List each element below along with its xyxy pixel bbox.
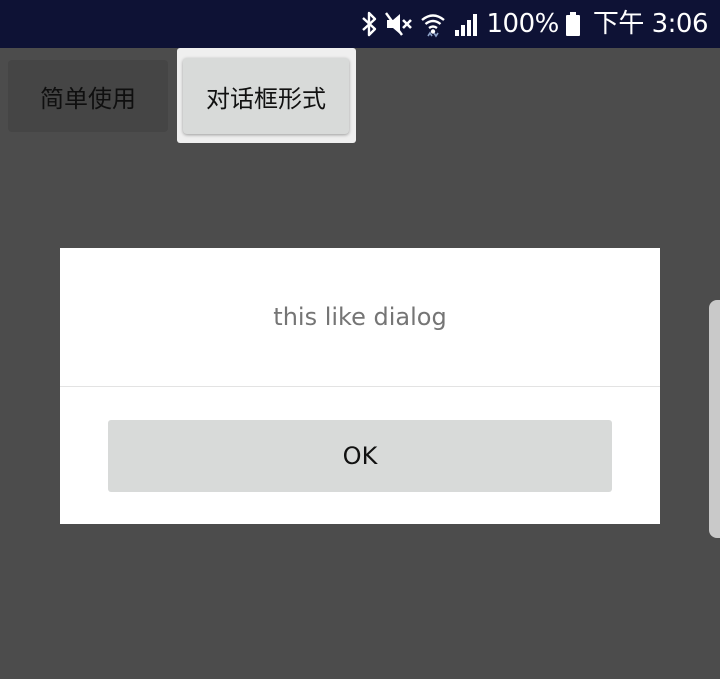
dialog-mode-button[interactable]: 对话框形式 (183, 58, 349, 134)
edge-panel-handle[interactable] (709, 300, 720, 538)
signal-icon (453, 10, 481, 38)
battery-percent: 100% (486, 9, 560, 39)
dialog-divider (60, 386, 660, 387)
ok-button[interactable]: OK (108, 420, 612, 492)
wifi-icon (419, 10, 447, 38)
battery-icon (565, 10, 581, 38)
bluetooth-icon (361, 10, 379, 38)
status-icons: 100% 下午 3:06 (361, 0, 709, 48)
status-bar: 100% 下午 3:06 (0, 0, 720, 48)
dialog: this like dialog OK (60, 248, 660, 524)
mute-icon (384, 10, 413, 38)
clock: 下午 3:06 (592, 9, 709, 39)
dialog-message: this like dialog (273, 303, 447, 331)
simple-usage-button[interactable]: 简单使用 (8, 60, 168, 132)
